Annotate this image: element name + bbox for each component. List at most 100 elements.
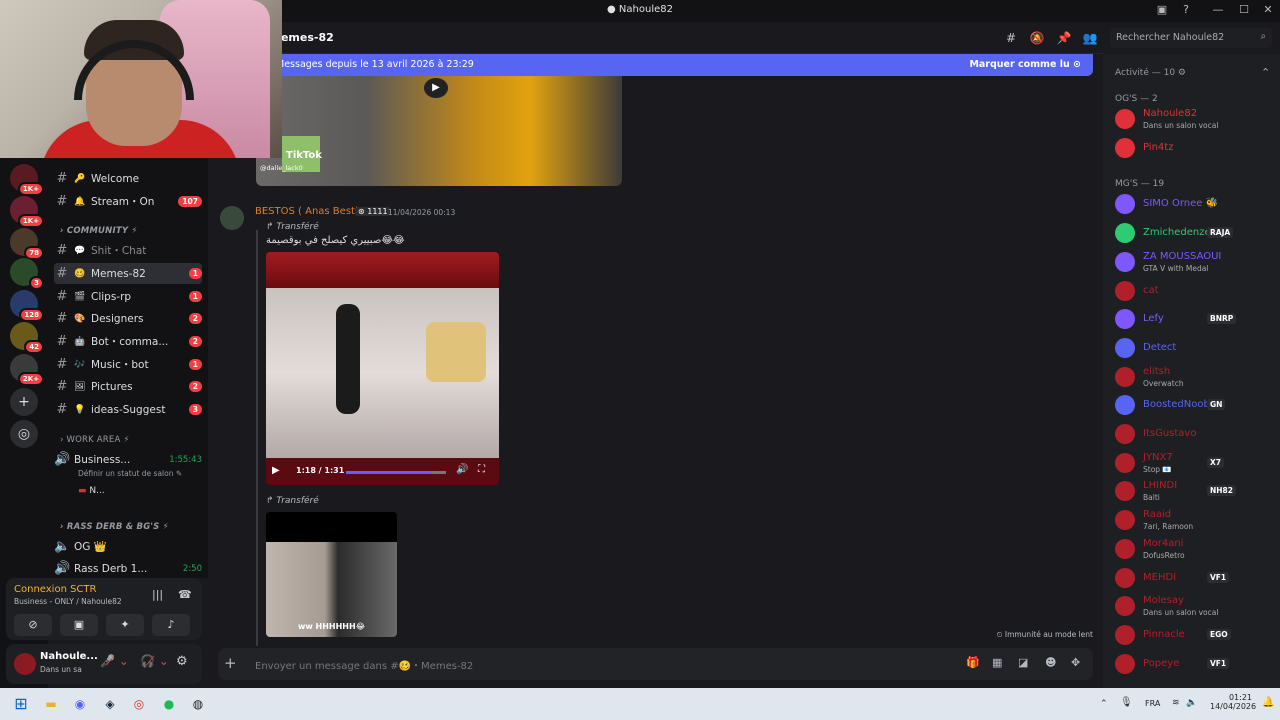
member-name[interactable]: Nahoule82: [1143, 108, 1197, 119]
server-icon-3[interactable]: 78: [10, 228, 44, 260]
avatar[interactable]: [1115, 194, 1135, 215]
avatar[interactable]: [1115, 251, 1135, 272]
member-name[interactable]: Raaid: [1143, 509, 1171, 520]
inbox-icon[interactable]: ▣: [1154, 3, 1170, 19]
new-messages-bar[interactable]: Messages depuis le 13 avril 2026 à 23:29…: [258, 54, 1093, 76]
mark-read-button[interactable]: Marquer comme lu ⊙: [969, 59, 1081, 70]
channel-ideas-suggest[interactable]: # 💡 ideas-Suggest 3: [54, 399, 202, 420]
channel-clips-rp[interactable]: # 🎬 Clips-rp 1: [54, 286, 202, 307]
volume-icon[interactable]: 🔈: [1186, 698, 1197, 708]
add-attachment-icon[interactable]: +: [224, 654, 237, 672]
member-row[interactable]: cat: [1113, 278, 1275, 304]
avatar[interactable]: [1115, 424, 1135, 444]
member-row[interactable]: Lefy BNRP: [1113, 306, 1275, 332]
activities-button[interactable]: ✦: [106, 614, 144, 636]
app-icon[interactable]: ◍: [187, 693, 209, 715]
member-row[interactable]: SIMO Ornee 🐝: [1113, 191, 1275, 217]
server-icon-7[interactable]: 2K+: [10, 354, 44, 386]
notification-icon[interactable]: 🔕: [1029, 31, 1045, 47]
play-icon[interactable]: ▶: [424, 78, 448, 98]
member-name[interactable]: LHINDI: [1143, 480, 1177, 491]
avatar[interactable]: [1115, 395, 1135, 416]
member-name[interactable]: Molesay: [1143, 595, 1184, 606]
member-name[interactable]: Zmichedenzeh: [1143, 227, 1217, 238]
file-explorer-icon[interactable]: ▬: [40, 693, 62, 715]
member-row[interactable]: ItsGustavo: [1113, 421, 1275, 447]
channel-music-bot[interactable]: # 🎶 Music・bot 1: [54, 354, 202, 375]
avatar[interactable]: [1115, 109, 1135, 129]
avatar[interactable]: [1115, 481, 1135, 502]
pin-icon[interactable]: 📌: [1056, 31, 1072, 47]
avatar[interactable]: [1115, 510, 1135, 531]
emoji-icon[interactable]: ☻: [1045, 656, 1056, 669]
add-server-icon[interactable]: +: [10, 388, 38, 416]
message-author[interactable]: BESTOS ( Anas Best): [255, 206, 359, 217]
channel-designers[interactable]: # 🎨 Designers 2: [54, 308, 202, 329]
avatar[interactable]: [1115, 567, 1135, 588]
member-row[interactable]: BoostedNoobie GN: [1113, 392, 1275, 418]
category-rass-derb[interactable]: › RASS DERB & BG'S ⚡+: [60, 522, 169, 532]
help-icon[interactable]: ?: [1178, 3, 1194, 19]
avatar[interactable]: [1115, 337, 1135, 358]
member-name[interactable]: Detect: [1143, 342, 1176, 353]
server-icon-6[interactable]: 42: [10, 322, 44, 354]
avatar[interactable]: [1115, 538, 1135, 559]
avatar[interactable]: [1115, 280, 1135, 301]
avatar[interactable]: [1115, 624, 1135, 645]
activity-header[interactable]: Activité — 10 ⚙: [1115, 68, 1186, 78]
deafen-button[interactable]: 🎧̸ ⌄: [140, 654, 176, 674]
server-icon-2[interactable]: 1K+: [10, 196, 44, 228]
server-icon-5[interactable]: 128: [10, 290, 44, 322]
member-row[interactable]: elitsh Overwatch: [1113, 364, 1275, 390]
steam-icon[interactable]: ◈: [99, 693, 121, 715]
member-row[interactable]: Mor4ani DofusRetro: [1113, 536, 1275, 562]
signal-icon[interactable]: |||: [152, 588, 163, 601]
connection-subtitle[interactable]: Business - ONLY / Nahoule82: [14, 597, 122, 606]
member-name[interactable]: JYNX7: [1143, 452, 1173, 463]
member-row[interactable]: Detect: [1113, 335, 1275, 361]
explore-icon[interactable]: ◎: [10, 420, 38, 448]
minimize-button[interactable]: —: [1210, 3, 1226, 19]
avatar[interactable]: [220, 206, 244, 230]
avatar[interactable]: [1115, 309, 1135, 330]
member-name[interactable]: ZA MOUSSAOUI: [1143, 251, 1221, 262]
spotify-icon[interactable]: ●: [158, 693, 180, 715]
voice-channel-rass-derb[interactable]: 🔊 Rass Derb 1... 2:50: [54, 558, 202, 578]
user-name[interactable]: Nahoule...: [40, 651, 98, 662]
wifi-icon[interactable]: ≋: [1172, 698, 1180, 708]
disconnect-icon[interactable]: ☎: [178, 588, 192, 601]
avatar[interactable]: [1115, 223, 1135, 244]
sticker-icon[interactable]: ◪: [1018, 656, 1028, 669]
member-row[interactable]: LHINDI Balti NH82: [1113, 478, 1275, 504]
member-name[interactable]: Popeye: [1143, 658, 1179, 669]
server-icon-4[interactable]: 3: [10, 258, 44, 290]
message-video[interactable]: ▶ 1:18 / 1:31 🔊 ⛶: [266, 252, 499, 485]
member-name[interactable]: Lefy: [1143, 313, 1164, 324]
channel-shit-chat[interactable]: # 💬 Shit・Chat: [54, 240, 202, 261]
camera-off-button[interactable]: ⊘: [14, 614, 52, 636]
settings-gear-icon[interactable]: ⚙: [176, 654, 188, 669]
avatar[interactable]: [14, 653, 36, 675]
message-input[interactable]: + Envoyer un message dans #🥴・Memes-82 🎁 …: [218, 648, 1093, 680]
member-name[interactable]: MEHDI: [1143, 572, 1176, 583]
member-row[interactable]: MEHDI VF1: [1113, 565, 1275, 591]
member-row[interactable]: Molesay Dans un salon vocal: [1113, 593, 1275, 619]
input-placeholder[interactable]: Envoyer un message dans #🥴・Memes-82: [255, 657, 473, 672]
gift-icon[interactable]: 🎁: [966, 656, 980, 669]
channel-welcome[interactable]: # 🔑 Welcome: [54, 168, 202, 189]
play-icon[interactable]: ▶: [272, 465, 280, 476]
member-name[interactable]: ItsGustavo: [1143, 428, 1196, 439]
notification-bell-icon[interactable]: 🔔: [1262, 697, 1274, 708]
threads-icon[interactable]: #: [1003, 31, 1019, 47]
connection-title[interactable]: Connexion SCTR: [14, 584, 96, 595]
member-row[interactable]: Pin4tz: [1113, 135, 1275, 161]
channel-memes[interactable]: # 🥴 Memes-82 1: [54, 263, 202, 284]
chevron-up-icon[interactable]: ⌃: [1261, 66, 1270, 79]
screen-share-button[interactable]: ▣: [60, 614, 98, 636]
language-indicator[interactable]: FRA: [1145, 699, 1160, 708]
avatar[interactable]: [1115, 596, 1135, 617]
avatar[interactable]: [1115, 653, 1135, 674]
channel-stream-on[interactable]: # 🔔 Stream・On 107: [54, 191, 202, 212]
channel-bot-commands[interactable]: # 🤖 Bot・comma... 2: [54, 331, 202, 352]
member-row[interactable]: Raaid 7ari, Ramoon: [1113, 507, 1275, 533]
